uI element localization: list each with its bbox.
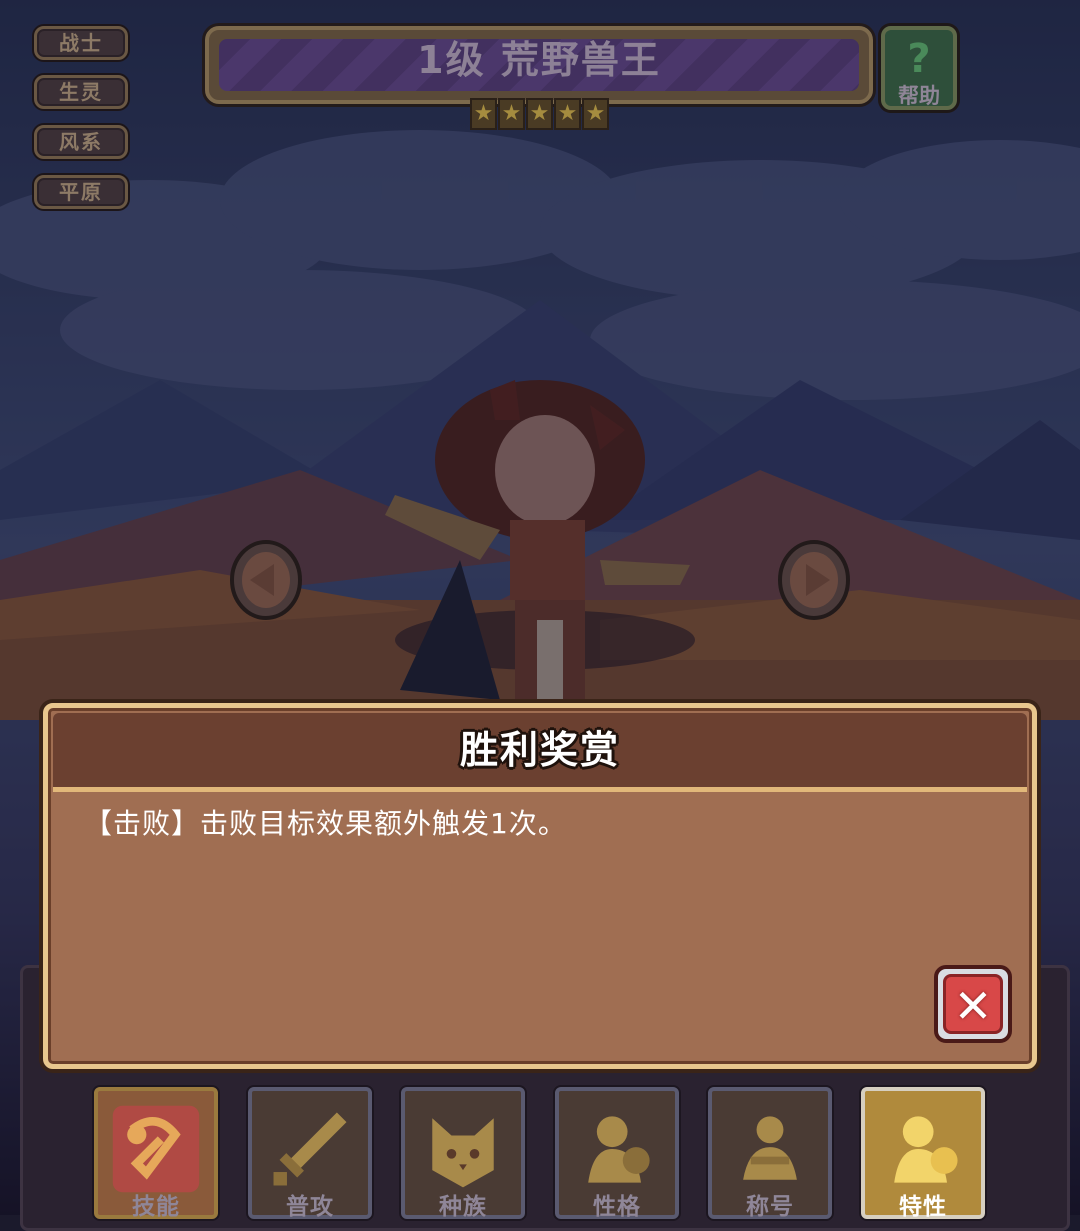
tab-label: 性格 — [593, 1194, 641, 1220]
sword-icon — [273, 1112, 347, 1186]
tab-label: 普攻 — [286, 1194, 334, 1220]
close-icon: ✕ — [953, 979, 993, 1033]
tab-skill[interactable]: 技能 — [94, 1087, 218, 1220]
title-icon — [743, 1116, 797, 1180]
star-icon: ★ — [582, 98, 609, 130]
prev-unit-button[interactable] — [228, 538, 304, 622]
unit-name-title: 1级 荒野兽王 — [417, 38, 661, 82]
star-icon: ★ — [470, 98, 497, 130]
trait-detail-dialog: 胜利奖赏 【击败】击败目标效果额外触发1次。 ✕ — [43, 703, 1037, 1069]
tag-race[interactable]: 生灵 — [34, 75, 128, 109]
tab-label: 特性 — [899, 1194, 947, 1220]
star-icon: ★ — [554, 98, 581, 130]
arrow-left-icon — [230, 540, 302, 620]
tab-label: 技能 — [132, 1194, 180, 1220]
tab-title[interactable]: 称号 — [708, 1087, 832, 1220]
tab-label: 称号 — [746, 1194, 794, 1220]
tab-race[interactable]: 种族 — [401, 1087, 525, 1220]
tab-personality[interactable]: 性格 — [555, 1087, 679, 1220]
tag-element[interactable]: 风系 — [34, 125, 128, 159]
dialog-title: 胜利奖赏 — [459, 728, 620, 772]
tab-trait[interactable]: 特性 — [861, 1087, 985, 1220]
star-icon: ★ — [526, 98, 553, 130]
dialog-description: 【击败】击败目标效果额外触发1次。 — [84, 807, 567, 840]
close-button-face: ✕ — [943, 974, 1003, 1034]
star-rating: ★ ★ ★ ★ ★ — [470, 98, 610, 132]
next-unit-button[interactable] — [776, 538, 852, 622]
character-icon — [588, 1116, 650, 1183]
help-button[interactable]: ? 帮助 — [881, 26, 957, 110]
unit-name-banner: 1级 荒野兽王 — [205, 26, 873, 104]
tag-class[interactable]: 战士 — [34, 26, 128, 60]
help-label: 帮助 — [898, 84, 940, 108]
trait-icon — [894, 1116, 958, 1183]
dialog-header: 胜利奖赏 — [53, 713, 1027, 792]
star-icon: ★ — [498, 98, 525, 130]
tab-label: 种族 — [439, 1194, 487, 1220]
skill-icon — [112, 1105, 200, 1193]
tag-terrain[interactable]: 平原 — [34, 175, 128, 209]
arrow-right-icon — [778, 540, 850, 620]
tab-normal-attack[interactable]: 普攻 — [248, 1087, 372, 1220]
question-mark-icon: ? — [907, 36, 931, 82]
cat-face-icon — [432, 1118, 494, 1188]
close-button[interactable]: ✕ — [934, 965, 1012, 1043]
